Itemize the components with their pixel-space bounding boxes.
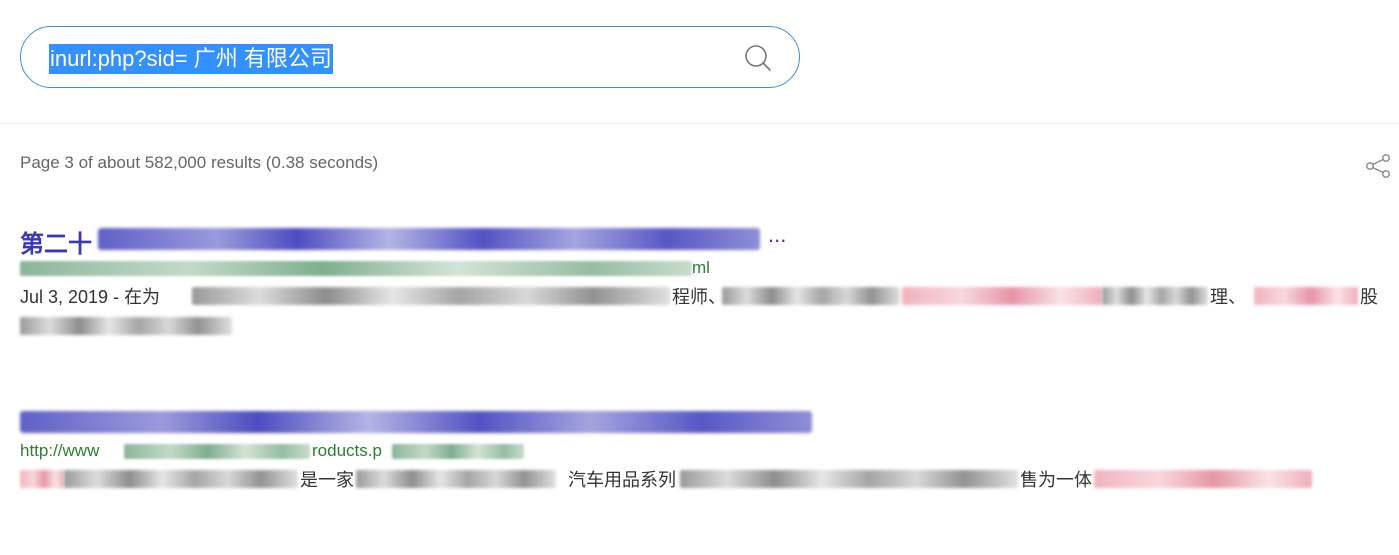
result-snippet-redacted [192, 287, 670, 305]
result-snippet-text: 售为一体 [1020, 470, 1092, 490]
share-icon[interactable] [1364, 152, 1392, 180]
result-url-redacted [392, 444, 524, 459]
result-snippet-line-2 [20, 310, 1385, 340]
search-box[interactable]: inurl:php?sid= 广州 有限公司 [20, 26, 800, 88]
search-result: 第二十 ... ml Jul 3, 2019 - 在为 程师、 理、 股 [20, 222, 1385, 340]
result-snippet-text: 程师、 [672, 287, 726, 307]
search-result: http://www roducts.p 是一家 汽车用品系列 售为一体 [20, 405, 1385, 493]
result-url-text: ml [692, 258, 710, 277]
result-snippet-redacted [356, 470, 556, 488]
result-snippet-date: Jul 3, 2019 - 在为 [20, 287, 161, 307]
result-snippet-redacted [64, 470, 298, 488]
result-title-redacted [20, 411, 812, 433]
result-snippet-redacted [1094, 470, 1312, 488]
result-snippet-line-1: 是一家 汽车用品系列 售为一体 [20, 463, 1385, 493]
result-url-redacted [124, 444, 310, 459]
result-snippet-text: 理、 [1210, 287, 1246, 307]
result-url[interactable]: ml [20, 256, 1385, 280]
result-title-link[interactable] [20, 405, 1385, 439]
result-snippet-redacted [902, 287, 1102, 305]
result-title-ellipsis: ... [768, 222, 787, 247]
result-snippet-redacted [20, 470, 64, 488]
result-snippet-text: 是一家 [300, 470, 354, 490]
result-url[interactable]: http://www roducts.p [20, 439, 1385, 463]
result-title-redacted [98, 228, 760, 250]
result-snippet-line-1: Jul 3, 2019 - 在为 程师、 理、 股 [20, 280, 1385, 310]
search-icon[interactable] [743, 43, 773, 73]
result-snippet-text: 汽车用品系列 [568, 470, 676, 490]
result-snippet-redacted [1102, 287, 1208, 305]
result-snippet-redacted [680, 470, 1018, 488]
result-snippet-redacted [20, 317, 232, 335]
result-snippet-text: 股 [1360, 287, 1378, 307]
result-url-text: roducts.p [312, 441, 382, 460]
result-snippet-redacted [1254, 287, 1358, 305]
search-query-selected-text: inurl:php?sid= 广州 有限公司 [49, 44, 333, 74]
result-url-redacted [20, 261, 692, 276]
result-title-text: 第二十 [20, 231, 92, 258]
result-stats: Page 3 of about 582,000 results (0.38 se… [20, 153, 379, 172]
result-snippet-redacted [722, 287, 900, 305]
result-title-link[interactable]: 第二十 ... [20, 222, 1385, 258]
result-url-text: http://www [20, 441, 100, 460]
header-divider [0, 123, 1399, 124]
